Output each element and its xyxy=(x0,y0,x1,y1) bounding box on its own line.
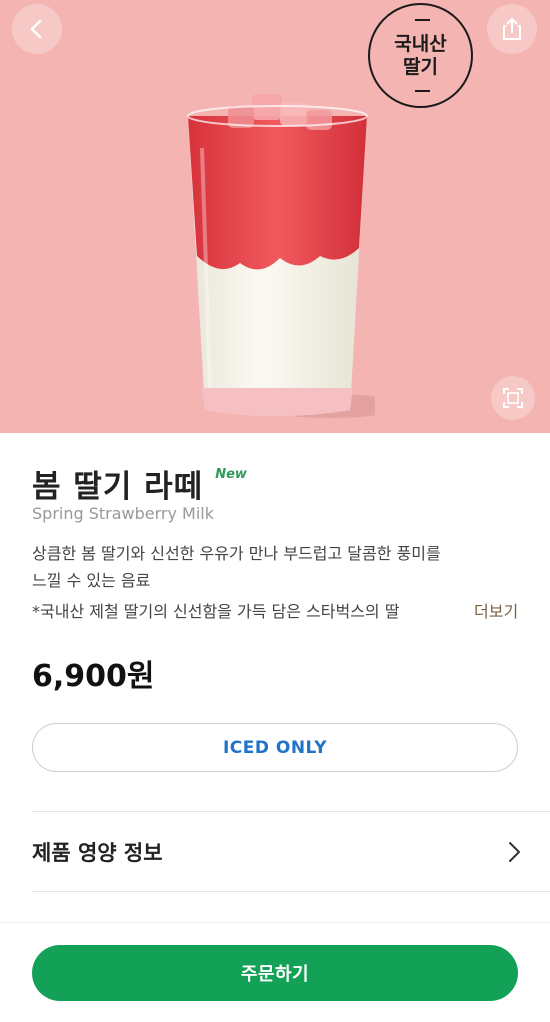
product-price: 6,900원 xyxy=(32,659,155,694)
title-row: 봄 딸기 라떼 New xyxy=(32,461,247,506)
product-description: 상큼한 봄 딸기와 신선한 우유가 만나 부드럽고 달콤한 풍미를 느낄 수 있… xyxy=(32,540,512,594)
stamp-line2: 딸기 xyxy=(403,55,438,78)
temperature-option: ICED ONLY xyxy=(32,723,518,772)
stamp-line1: 국내산 xyxy=(394,32,447,55)
product-english-name: Spring Strawberry Milk xyxy=(32,504,215,523)
product-hero-image: 국내산 딸기 xyxy=(0,0,550,433)
product-name: 봄 딸기 라떼 xyxy=(32,469,204,505)
divider xyxy=(32,811,550,812)
divider xyxy=(32,891,550,892)
divider xyxy=(0,922,550,923)
description-line-2: 느낄 수 있는 음료 xyxy=(32,571,151,590)
order-button[interactable]: 주문하기 xyxy=(32,945,518,1001)
new-badge: New xyxy=(215,467,247,482)
domestic-strawberry-stamp: 국내산 딸기 xyxy=(368,3,473,108)
share-button[interactable] xyxy=(487,4,537,54)
description-line-3: *국내산 제철 딸기의 신선함을 가득 담은 스타벅스의 딸 xyxy=(32,602,400,621)
nutrition-info-row[interactable]: 제품 영양 정보 xyxy=(32,813,522,891)
chevron-left-icon xyxy=(30,19,42,39)
chevron-right-icon xyxy=(509,842,520,862)
strawberry-latte-drink-image xyxy=(187,94,375,418)
more-link[interactable]: 더보기 xyxy=(472,598,519,622)
fullscreen-icon xyxy=(503,388,523,408)
fullscreen-button[interactable] xyxy=(491,376,535,420)
iced-only-label: ICED ONLY xyxy=(222,737,328,758)
share-icon xyxy=(503,18,521,40)
order-button-label: 주문하기 xyxy=(240,964,310,985)
back-button[interactable] xyxy=(12,4,62,54)
nutrition-info-label: 제품 영양 정보 xyxy=(32,841,163,865)
description-line-1: 상큼한 봄 딸기와 신선한 우유가 만나 부드럽고 달콤한 풍미를 xyxy=(32,544,441,563)
